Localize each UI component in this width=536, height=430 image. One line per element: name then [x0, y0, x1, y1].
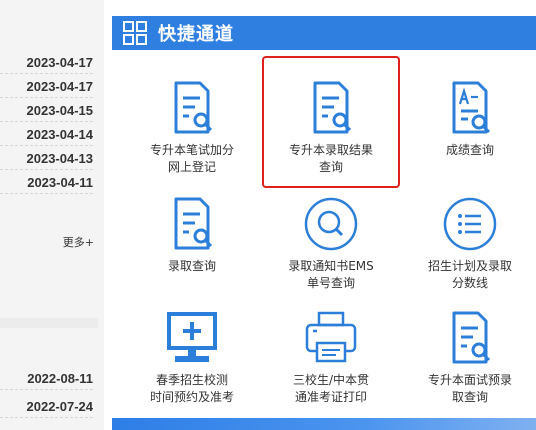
- bottom-banner: [112, 418, 536, 430]
- tile-admission-ticket-print[interactable]: 三校生/中本贯 通准考证打印: [261, 310, 401, 406]
- tile-label: 时间预约及准考: [149, 390, 234, 404]
- tile-label: 取查询: [451, 390, 488, 404]
- tile-label: 分数线: [451, 276, 488, 290]
- more-link[interactable]: 更多+: [0, 236, 94, 250]
- tile-admission-query[interactable]: 录取查询: [122, 196, 262, 275]
- monitor-plus-icon: [167, 312, 217, 362]
- section-divider: [0, 318, 98, 328]
- tile-label: 录取查询: [167, 259, 216, 273]
- list-circle-icon: [443, 197, 497, 251]
- news-date: 2023-04-17: [0, 76, 93, 98]
- tile-label: 专升本面试预录: [427, 373, 512, 387]
- document-search-icon: [452, 311, 491, 364]
- news-date: 2023-04-13: [0, 148, 93, 170]
- grid-icon: [123, 21, 147, 45]
- tile-label: 网上登记: [167, 160, 216, 174]
- quick-access-title: 快捷通道: [158, 24, 234, 45]
- news-date: 2023-04-11: [0, 172, 93, 194]
- selection-highlight: [262, 56, 400, 188]
- quick-access-header: 快捷通道: [112, 16, 536, 50]
- tile-label: 招生计划及录取: [427, 259, 512, 273]
- tile-label: 春季招生校测: [155, 373, 228, 387]
- tile-label: 成绩查询: [445, 143, 494, 157]
- document-search-icon: [174, 81, 213, 134]
- news-date: 2023-04-15: [0, 100, 93, 122]
- tile-bonus-registration[interactable]: 专升本笔试加分 网上登记: [122, 80, 262, 176]
- magnifier-circle-icon: [304, 197, 358, 251]
- printer-icon: [305, 311, 357, 363]
- score-document-icon: [452, 81, 491, 134]
- tile-score-query[interactable]: 成绩查询: [400, 80, 536, 159]
- news-date: 2022-08-11: [0, 368, 93, 390]
- document-search-icon: [174, 197, 213, 250]
- tile-enrollment-plan[interactable]: 招生计划及录取 分数线: [400, 196, 536, 292]
- news-list-panel: 2023-04-17 2023-04-17 2023-04-15 2023-04…: [0, 0, 98, 430]
- tile-label: 专升本笔试加分: [149, 143, 234, 157]
- tile-label: 三校生/中本贯: [292, 373, 370, 387]
- news-date: 2022-07-24: [0, 396, 93, 418]
- quick-access-panel: 快捷通道 专升本笔试加分 网上登记 专升本录取结果 查询 成绩查询 录取查询 录…: [104, 0, 536, 430]
- tile-label: 通准考证打印: [294, 390, 367, 404]
- tile-label: 单号查询: [306, 276, 355, 290]
- tile-spring-exam[interactable]: 春季招生校测 时间预约及准考: [122, 310, 262, 406]
- tile-ems-tracking[interactable]: 录取通知书EMS 单号查询: [261, 196, 401, 292]
- news-date: 2023-04-14: [0, 124, 93, 146]
- tile-label: 录取通知书EMS: [288, 259, 374, 273]
- tile-interview-result[interactable]: 专升本面试预录 取查询: [400, 310, 536, 406]
- news-date: 2023-04-17: [0, 52, 93, 74]
